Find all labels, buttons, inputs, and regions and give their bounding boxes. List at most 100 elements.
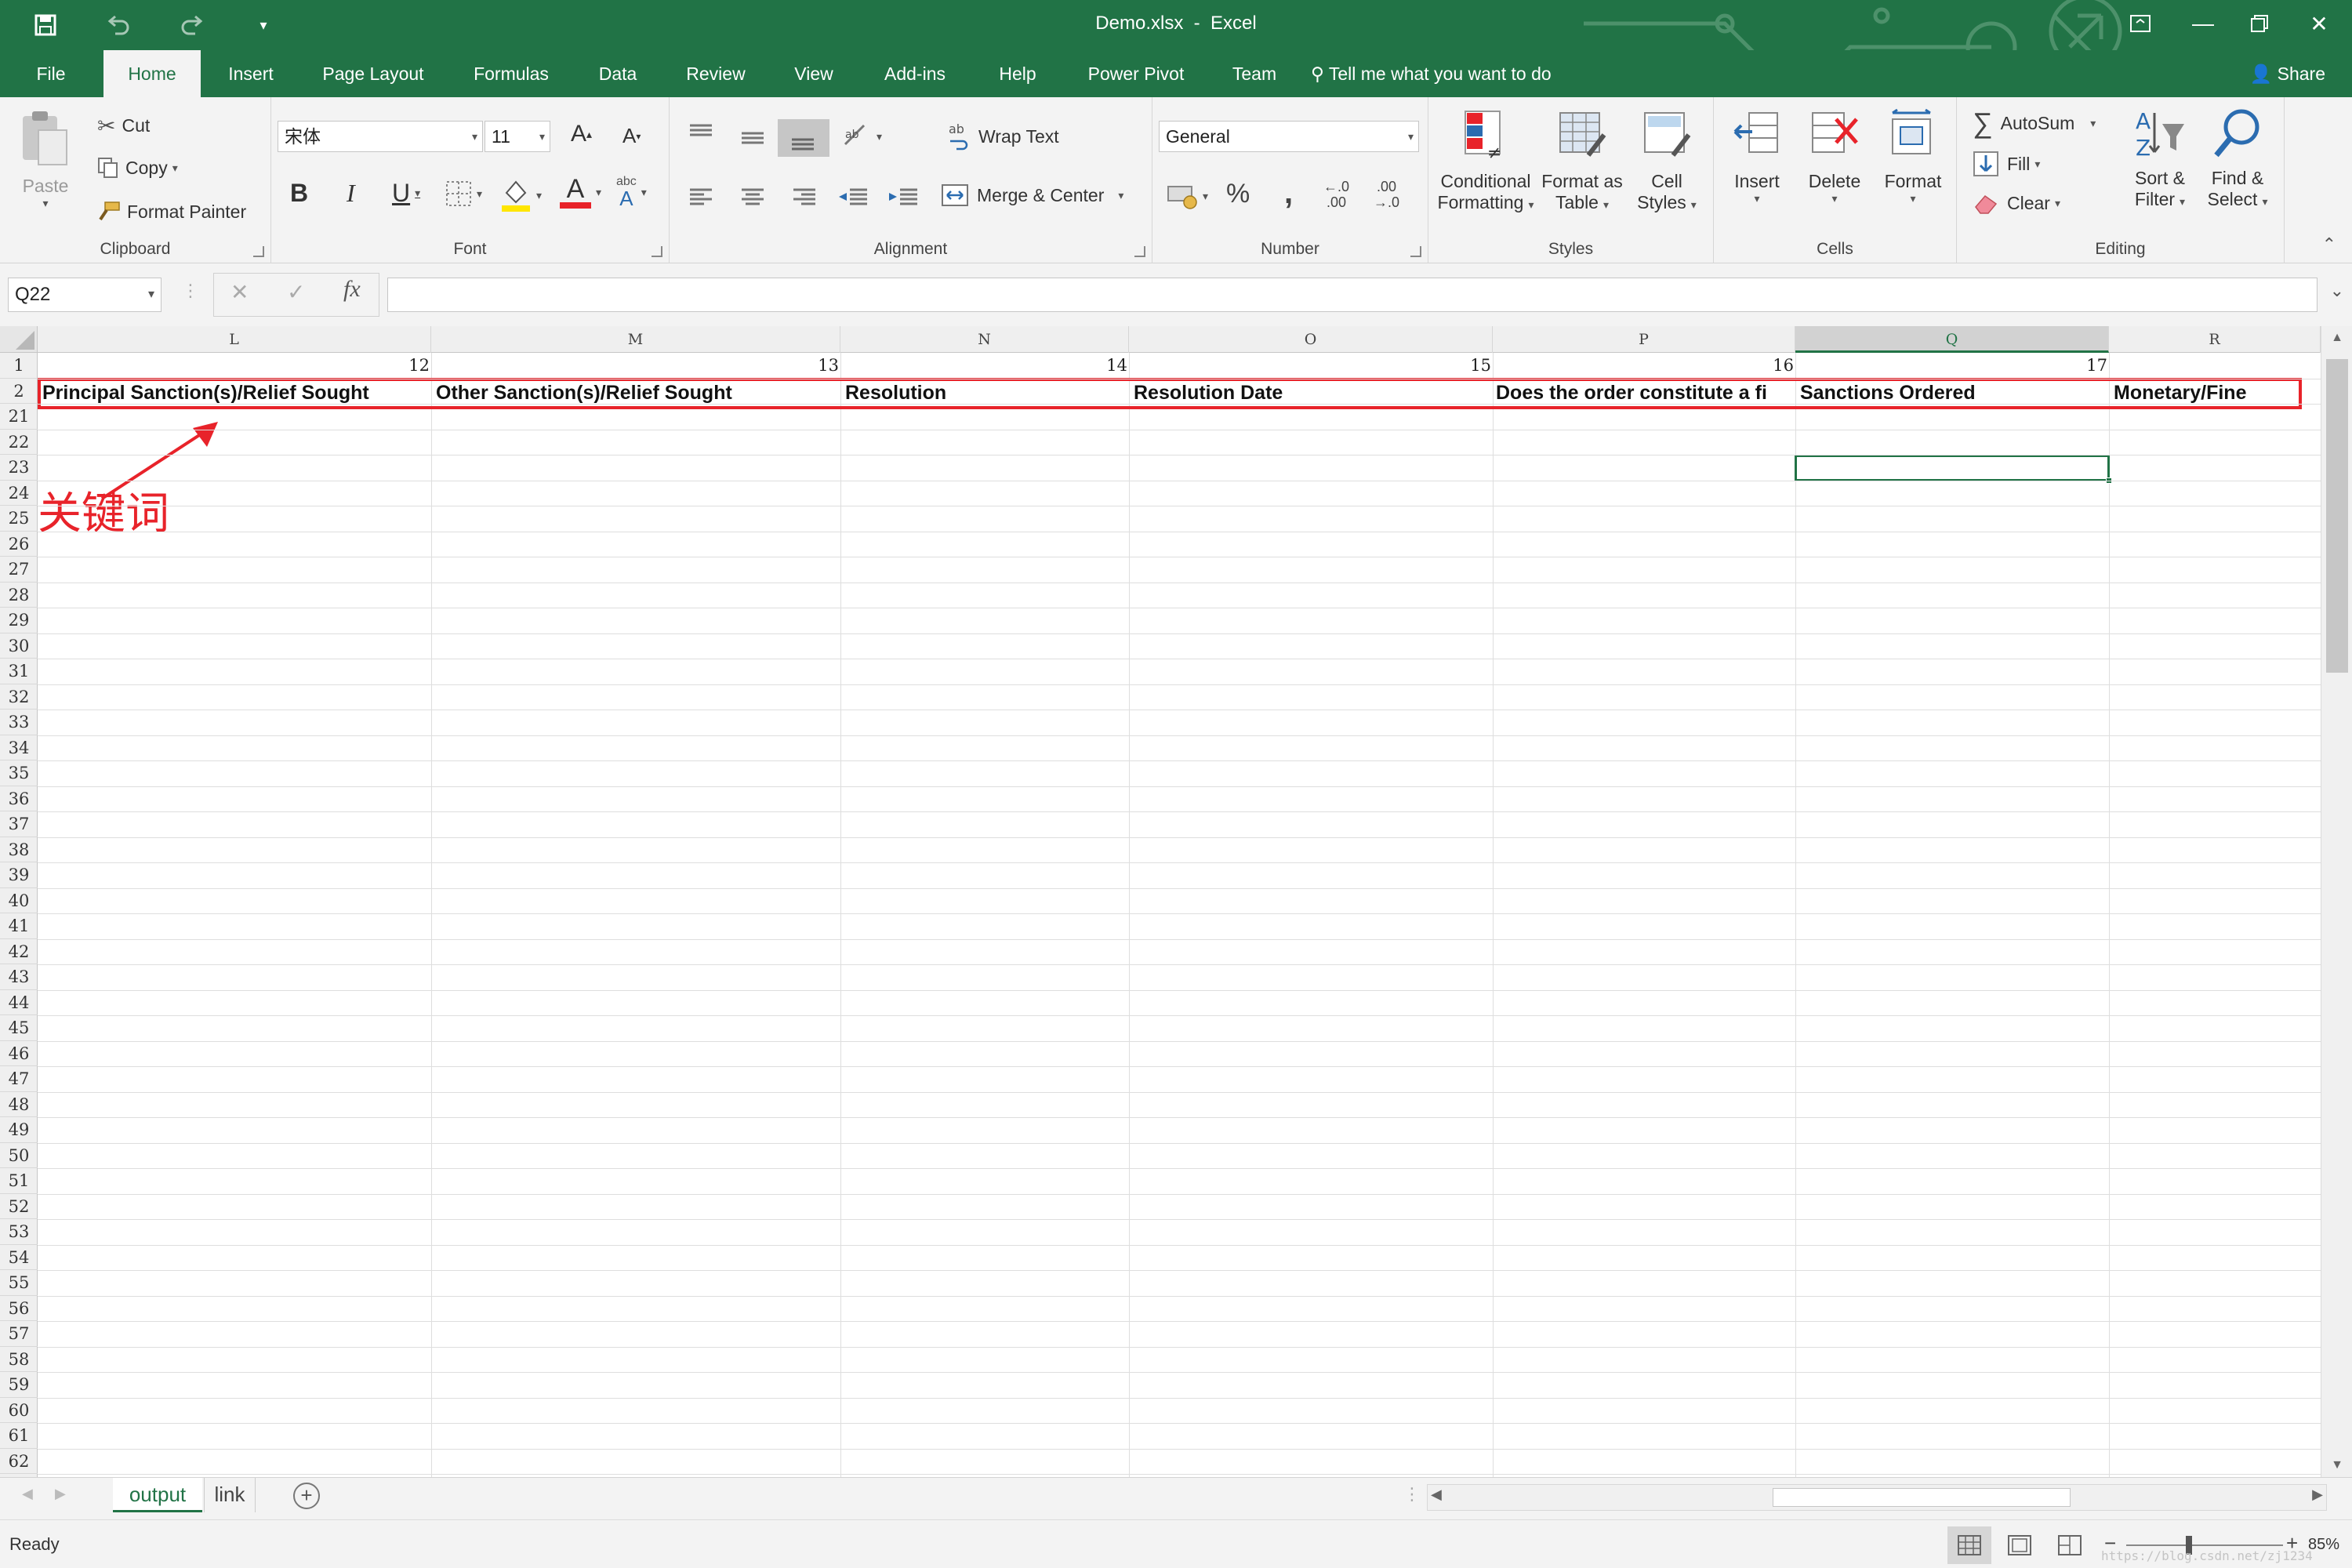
row-header[interactable]: 44 <box>0 990 38 1015</box>
row-header[interactable]: 23 <box>0 455 38 481</box>
share-button[interactable]: 👤 Share <box>2250 50 2325 97</box>
row-header[interactable]: 22 <box>0 430 38 455</box>
row-header[interactable]: 43 <box>0 964 38 990</box>
normal-view-icon[interactable] <box>1947 1526 1991 1564</box>
number-launcher-icon[interactable] <box>1410 246 1421 257</box>
column-header-o[interactable]: O <box>1129 326 1493 353</box>
name-box-dropdown-icon[interactable]: ▾ <box>148 278 154 311</box>
name-box[interactable]: Q22 ▾ <box>8 278 162 312</box>
scroll-right-icon[interactable]: ▶ <box>2312 1486 2323 1503</box>
increase-decimal-button[interactable]: ←.0.00 <box>1323 179 1349 210</box>
sort-filter-button[interactable]: A Z Sort & Filter ▾ <box>2123 108 2197 210</box>
row-header[interactable]: 57 <box>0 1321 38 1347</box>
row-header[interactable]: 46 <box>0 1041 38 1066</box>
row-header[interactable]: 35 <box>0 760 38 786</box>
next-sheet-icon[interactable]: ▶ <box>55 1486 66 1502</box>
minimize-icon[interactable]: — <box>2172 0 2234 47</box>
cell-o1[interactable]: 15 <box>1334 356 1491 375</box>
orientation-button[interactable]: ab ▾ <box>840 121 882 152</box>
vertical-scrollbar[interactable]: ▲ ▼ <box>2321 326 2352 1477</box>
zoom-slider[interactable] <box>2126 1544 2283 1546</box>
italic-button[interactable]: I <box>347 179 355 208</box>
tab-data[interactable]: Data <box>586 50 649 97</box>
tab-file[interactable]: File <box>22 50 80 97</box>
column-header-r[interactable]: R <box>2109 326 2321 353</box>
row-header[interactable]: 47 <box>0 1066 38 1092</box>
tab-page-layout[interactable]: Page Layout <box>310 50 436 97</box>
tell-me-search[interactable]: ⚲ Tell me what you want to do <box>1311 50 1552 97</box>
align-center-icon[interactable] <box>739 187 767 210</box>
underline-button[interactable]: U ▾ <box>392 179 420 208</box>
percent-button[interactable]: % <box>1226 179 1250 209</box>
undo-icon[interactable] <box>97 8 141 42</box>
close-icon[interactable]: ✕ <box>2288 0 2350 47</box>
clipboard-launcher-icon[interactable] <box>253 246 264 257</box>
align-middle-icon[interactable] <box>739 127 767 151</box>
align-bottom-button[interactable] <box>778 119 829 157</box>
tab-view[interactable]: View <box>781 50 847 97</box>
row-header[interactable]: 42 <box>0 939 38 964</box>
row-header[interactable]: 36 <box>0 786 38 811</box>
expand-formula-icon[interactable]: ⌄ <box>2330 281 2344 301</box>
row-header[interactable]: 55 <box>0 1270 38 1296</box>
column-header-q[interactable]: Q <box>1795 326 2109 353</box>
cell-l1[interactable]: 12 <box>273 356 430 375</box>
tab-help[interactable]: Help <box>983 50 1052 97</box>
autosum-button[interactable]: ∑ AutoSum ▾ <box>1973 107 2096 140</box>
copy-button[interactable]: Copy ▾ <box>97 157 178 179</box>
scroll-up-icon[interactable]: ▲ <box>2321 331 2352 345</box>
row-header[interactable]: 2 <box>0 379 38 404</box>
customize-icon[interactable]: ▾ <box>241 8 285 42</box>
shrink-font-icon[interactable]: A ▾ <box>622 124 641 148</box>
comma-button[interactable]: , <box>1284 176 1293 211</box>
increase-indent-icon[interactable] <box>887 187 919 210</box>
column-header-m[interactable]: M <box>431 326 840 353</box>
tab-add-ins[interactable]: Add-ins <box>870 50 960 97</box>
row-header[interactable]: 45 <box>0 1015 38 1041</box>
borders-button[interactable]: ▾ <box>445 180 482 207</box>
row-header[interactable]: 1 <box>0 353 38 379</box>
cells-area[interactable]: 12 13 14 15 16 17 Principal Sanction(s)/… <box>38 353 2321 1477</box>
row-header[interactable]: 51 <box>0 1168 38 1194</box>
row-header[interactable]: 39 <box>0 862 38 888</box>
insert-button[interactable]: Insert ▾ <box>1723 108 1791 205</box>
row-header[interactable]: 34 <box>0 735 38 760</box>
row-header[interactable]: 60 <box>0 1398 38 1423</box>
find-select-button[interactable]: Find & Select ▾ <box>2200 108 2275 210</box>
align-right-icon[interactable] <box>790 187 818 210</box>
sheet-tab-output[interactable]: output <box>113 1478 202 1512</box>
tab-formulas[interactable]: Formulas <box>461 50 561 97</box>
decrease-indent-icon[interactable] <box>837 187 869 210</box>
row-header[interactable]: 49 <box>0 1117 38 1143</box>
row-header[interactable]: 26 <box>0 532 38 557</box>
align-left-icon[interactable] <box>687 187 715 210</box>
row-header[interactable]: 31 <box>0 659 38 684</box>
fill-button[interactable]: Fill ▾ <box>1973 151 2040 177</box>
format-cells-button[interactable]: Format ▾ <box>1877 108 1949 205</box>
alignment-launcher-icon[interactable] <box>1134 246 1145 257</box>
font-color-button[interactable]: A ▾ <box>560 176 601 209</box>
column-header-l[interactable]: L <box>38 326 431 353</box>
scroll-down-icon[interactable]: ▼ <box>2321 1458 2352 1472</box>
row-header[interactable]: 25 <box>0 506 38 532</box>
row-header[interactable]: 24 <box>0 481 38 506</box>
row-header[interactable]: 33 <box>0 710 38 735</box>
sheet-tab-link[interactable]: link <box>204 1478 256 1512</box>
row-header[interactable]: 27 <box>0 557 38 583</box>
row-header[interactable]: 62 <box>0 1449 38 1474</box>
redo-icon[interactable] <box>169 8 213 42</box>
restore-icon[interactable] <box>2228 0 2291 47</box>
row-header[interactable]: 53 <box>0 1219 38 1245</box>
row-header[interactable]: 32 <box>0 684 38 710</box>
clear-button[interactable]: Clear ▾ <box>1973 191 2060 215</box>
row-header[interactable]: 54 <box>0 1245 38 1270</box>
splitter-icon[interactable]: ⋮ <box>1403 1484 1421 1504</box>
cut-button[interactable]: ✂ Cut <box>97 113 150 139</box>
cell-m1[interactable]: 13 <box>682 356 839 375</box>
row-header[interactable]: 48 <box>0 1092 38 1117</box>
accounting-format-button[interactable]: ▾ <box>1167 182 1208 210</box>
tab-insert[interactable]: Insert <box>218 50 284 97</box>
tab-team[interactable]: Team <box>1223 50 1286 97</box>
row-header[interactable]: 52 <box>0 1194 38 1219</box>
horizontal-scroll-thumb[interactable] <box>1773 1488 2071 1507</box>
